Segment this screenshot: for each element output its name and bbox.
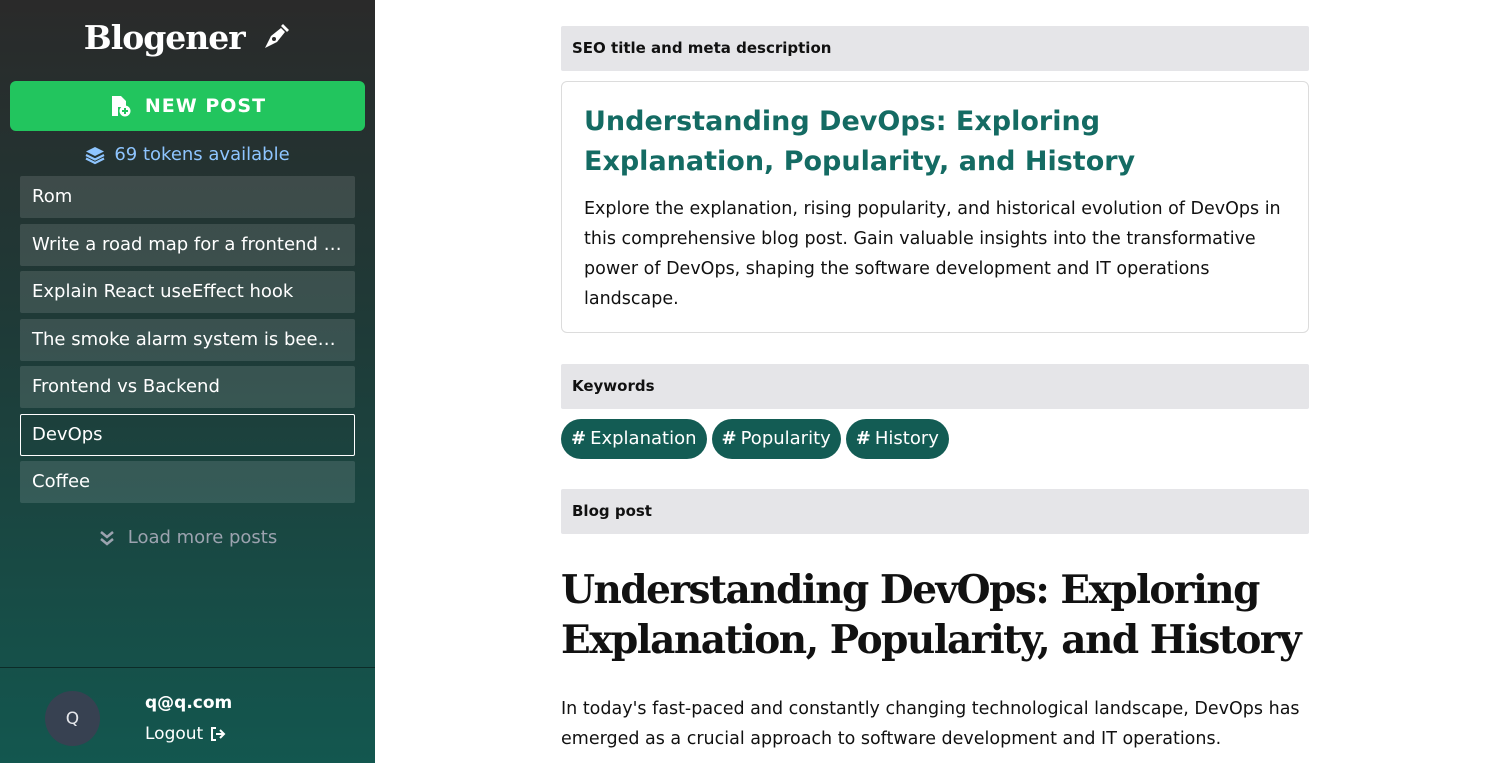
new-post-button[interactable]: NEW POST xyxy=(10,81,365,131)
seo-section-header: SEO title and meta description xyxy=(561,26,1309,71)
new-post-label: NEW POST xyxy=(144,95,267,117)
tokens-label: 69 tokens available xyxy=(114,144,290,165)
blog-title: Understanding DevOps: Exploring Explanat… xyxy=(561,567,1302,663)
post-item-coffee[interactable]: Coffee xyxy=(20,461,355,503)
keyword-label: Popularity xyxy=(740,428,831,449)
logout-link[interactable]: Logout xyxy=(145,724,226,744)
keywords-section-header: Keywords xyxy=(561,364,1309,409)
layers-icon xyxy=(85,145,105,165)
file-plus-icon xyxy=(109,95,131,117)
seo-card: Understanding DevOps: Exploring Explanat… xyxy=(561,81,1309,333)
pen-nib-icon xyxy=(261,21,291,60)
post-item-roadmap[interactable]: Write a road map for a frontend develope… xyxy=(20,223,355,266)
blog-post-section-header: Blog post xyxy=(561,489,1309,534)
sidebar-divider xyxy=(0,667,375,668)
hash-icon: # xyxy=(855,428,871,449)
logout-label: Logout xyxy=(145,724,204,744)
seo-title: Understanding DevOps: Exploring Explanat… xyxy=(584,106,1136,177)
brand-logo[interactable]: Blogener xyxy=(0,18,375,60)
keyword-pill-history[interactable]: # History xyxy=(845,419,949,459)
hash-icon: # xyxy=(721,428,737,449)
hash-icon: # xyxy=(571,428,587,449)
tokens-available[interactable]: 69 tokens available xyxy=(0,144,375,165)
post-item-devops[interactable]: DevOps xyxy=(20,413,355,456)
double-chevron-down-icon xyxy=(98,529,116,547)
keyword-pill-popularity[interactable]: # Popularity xyxy=(711,419,841,459)
logout-icon xyxy=(210,726,226,742)
brand-name: Blogener xyxy=(83,18,246,57)
post-list: Rom Write a road map for a frontend deve… xyxy=(20,176,355,509)
seo-description: Explore the explanation, rising populari… xyxy=(584,199,1281,309)
keyword-label: Explanation xyxy=(590,428,697,449)
user-email: q@q.com xyxy=(145,693,233,713)
blog-intro-paragraph: In today's fast-paced and constantly cha… xyxy=(561,699,1300,749)
post-item-react-useeffect[interactable]: Explain React useEffect hook xyxy=(20,271,355,313)
keyword-pill-explanation[interactable]: # Explanation xyxy=(561,419,707,459)
post-item-smoke-alarm[interactable]: The smoke alarm system is beeping xyxy=(20,318,355,361)
sidebar: Blogener NEW POST 69 tokens available Ro… xyxy=(0,0,375,763)
post-item-rom[interactable]: Rom xyxy=(20,176,355,218)
keyword-label: History xyxy=(874,428,939,449)
keyword-list: # Explanation # Popularity # History xyxy=(561,419,954,459)
post-item-frontend-vs-backend[interactable]: Frontend vs Backend xyxy=(20,366,355,408)
avatar: Q xyxy=(45,691,100,746)
load-more-posts-button[interactable]: Load more posts xyxy=(0,527,375,548)
load-more-label: Load more posts xyxy=(127,527,278,548)
